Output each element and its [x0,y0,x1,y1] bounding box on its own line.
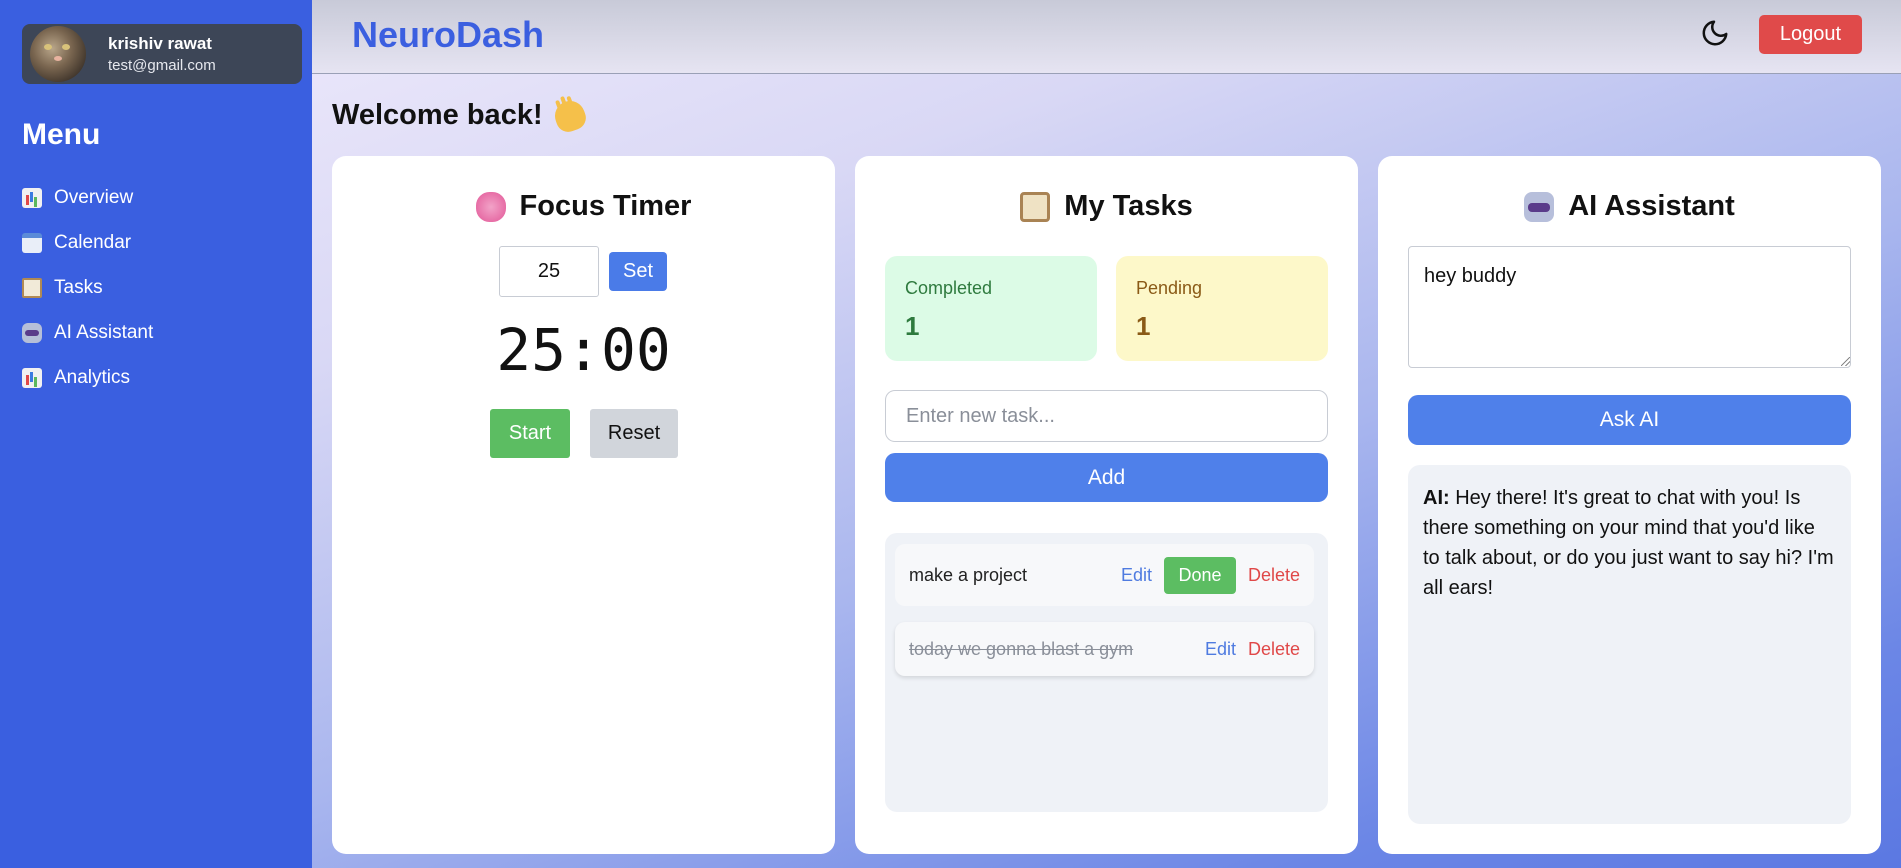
sidebar-item-analytics[interactable]: Analytics [22,355,153,400]
ai-response-text: Hey there! It's great to chat with you! … [1423,487,1834,599]
start-button[interactable]: Start [490,409,570,458]
bar-chart-icon [22,187,42,208]
sidebar-item-label: Analytics [54,366,131,388]
task-text: make a project [909,564,1028,585]
sidebar: krishiv rawat test@gmail.com Menu Overvi… [0,0,312,868]
avatar [30,26,86,82]
menu-title: Menu [22,118,101,151]
user-profile-card[interactable]: krishiv rawat test@gmail.com [22,24,302,84]
reset-button[interactable]: Reset [590,409,678,458]
top-bar: NeuroDash Logout [312,0,1901,74]
ai-assistant-card: AI Assistant hey buddy Ask AI AI: Hey th… [1378,156,1881,854]
pending-count: 1 [1136,311,1151,341]
set-timer-button[interactable]: Set [609,252,667,291]
task-text: today we gonna blast a gym [909,638,1134,659]
welcome-text: Welcome back! [332,99,543,131]
pending-label: Pending [1136,278,1203,298]
timer-minutes-input[interactable] [499,246,599,297]
brand-title[interactable]: NeuroDash [352,14,544,56]
new-task-input[interactable] [885,390,1328,442]
sidebar-item-label: AI Assistant [54,321,154,343]
sidebar-item-overview[interactable]: Overview [22,175,153,220]
timer-display: 25:00 [496,316,671,384]
delete-task-button[interactable]: Delete [1248,565,1300,586]
moon-icon[interactable] [1700,18,1730,48]
ask-ai-button[interactable]: Ask AI [1408,395,1851,445]
focus-timer-card: Focus Timer Set 25:00 Start Reset [332,156,835,854]
logout-button[interactable]: Logout [1759,15,1862,54]
brain-icon [475,191,506,222]
sidebar-item-ai-assistant[interactable]: AI Assistant [22,310,153,355]
completed-count: 1 [905,311,920,341]
edit-task-button[interactable]: Edit [1121,565,1152,586]
ai-prompt-textarea[interactable]: hey buddy [1408,246,1851,368]
list-item: make a project Edit Done Delete [895,544,1314,606]
ai-assistant-title: AI Assistant [1568,190,1735,222]
card-title: AI Assistant [1378,190,1881,223]
sidebar-item-label: Calendar [54,231,132,253]
welcome-heading: Welcome back! [332,96,589,135]
add-task-button[interactable]: Add [885,453,1328,502]
card-title: My Tasks [855,190,1358,223]
user-name: krishiv rawat [108,34,212,53]
clipboard-icon [22,277,42,298]
done-task-button[interactable]: Done [1163,556,1236,594]
tasks-card: My Tasks Completed 1 Pending 1 Add make … [855,156,1358,854]
delete-task-button[interactable]: Delete [1248,639,1300,660]
robot-icon [22,322,42,343]
main-content: NeuroDash Logout Welcome back! Focus Tim… [312,0,1901,868]
completed-label: Completed [905,278,993,298]
task-list: make a project Edit Done Delete today we… [885,533,1328,812]
focus-timer-title: Focus Timer [519,190,692,222]
clipboard-icon [1020,191,1051,222]
card-title: Focus Timer [332,190,835,223]
calendar-icon [22,232,42,253]
ai-response-prefix: AI: [1423,487,1450,509]
sidebar-item-tasks[interactable]: Tasks [22,265,153,310]
sidebar-item-label: Tasks [54,276,103,298]
edit-task-button[interactable]: Edit [1205,639,1236,660]
tasks-title: My Tasks [1064,190,1193,222]
sidebar-nav: Overview Calendar Tasks AI Assistant Ana… [22,175,153,400]
resize-handle-icon[interactable] [1841,357,1850,366]
sidebar-item-calendar[interactable]: Calendar [22,220,153,265]
pending-stat: Pending 1 [1116,256,1328,361]
list-item: today we gonna blast a gym Edit Delete [895,622,1314,676]
ai-response: AI: Hey there! It's great to chat with y… [1408,465,1851,824]
robot-icon [1524,191,1555,222]
completed-stat: Completed 1 [885,256,1097,361]
waving-hand-icon [550,96,589,135]
sidebar-item-label: Overview [54,186,134,208]
bar-chart-icon [22,367,42,388]
user-email: test@gmail.com [108,57,216,74]
